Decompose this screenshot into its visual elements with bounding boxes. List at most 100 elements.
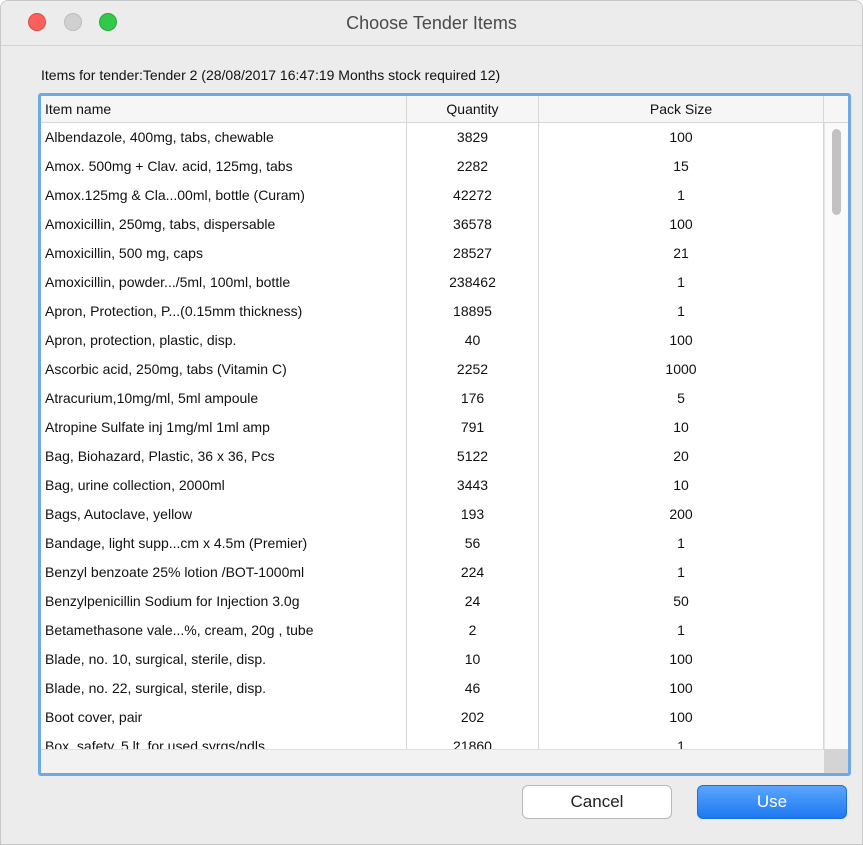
item-name-cell: Atropine Sulfate inj 1mg/ml 1ml amp [45, 419, 270, 435]
tender-items-table[interactable]: Item name Quantity Pack Size Albendazole… [38, 93, 851, 776]
quantity-cell: 10 [406, 645, 538, 674]
item-name-cell: Amoxicillin, 250mg, tabs, dispersable [45, 216, 276, 232]
quantity-cell: 40 [406, 326, 538, 355]
use-button[interactable]: Use [697, 785, 847, 819]
pack-size-cell: 1 [538, 297, 824, 326]
pack-size-cell: 5 [538, 384, 824, 413]
table-body: Albendazole, 400mg, tabs, chewable 3829 10… [41, 123, 824, 749]
table-row[interactable]: Apron, Protection, P...(0.15mm thickness… [41, 297, 824, 326]
quantity-cell: 56 [406, 529, 538, 558]
item-name-cell: Bag, urine collection, 2000ml [45, 477, 225, 493]
horizontal-scrollbar[interactable] [41, 749, 824, 773]
quantity-cell: 5122 [406, 442, 538, 471]
column-header-item-name[interactable]: Item name [45, 96, 405, 122]
table-row[interactable]: Amoxicillin, powder.../5ml, 100ml, bottl… [41, 268, 824, 297]
quantity-cell: 202 [406, 703, 538, 732]
item-name-cell: Amox.125mg & Cla...00ml, bottle (Curam) [45, 187, 305, 203]
item-name-cell: Amoxicillin, powder.../5ml, 100ml, bottl… [45, 274, 291, 290]
table-row[interactable]: Blade, no. 22, surgical, sterile, disp. 4… [41, 674, 824, 703]
quantity-cell: 2282 [406, 152, 538, 181]
table-row[interactable]: Benzyl benzoate 25% lotion /BOT-1000ml 22… [41, 558, 824, 587]
item-name-cell: Benzylpenicillin Sodium for Injection 3.… [45, 593, 300, 609]
cancel-button[interactable]: Cancel [522, 785, 672, 819]
vertical-scroll-thumb[interactable] [832, 129, 841, 215]
quantity-cell: 238462 [406, 268, 538, 297]
item-name-cell: Blade, no. 22, surgical, sterile, disp. [45, 680, 267, 696]
window-title: Choose Tender Items [346, 13, 517, 33]
quantity-cell: 24 [406, 587, 538, 616]
pack-size-cell: 10 [538, 471, 824, 500]
pack-size-cell: 200 [538, 500, 824, 529]
pack-size-cell: 1 [538, 558, 824, 587]
table-row[interactable]: Box, safety, 5 lt, for used syrgs/ndls 21… [41, 732, 824, 749]
table-row[interactable]: Apron, protection, plastic, disp. 40 100 [41, 326, 824, 355]
pack-size-cell: 100 [538, 645, 824, 674]
item-name-cell: Bandage, light supp...cm x 4.5m (Premier… [45, 535, 308, 551]
pack-size-cell: 21 [538, 239, 824, 268]
quantity-cell: 193 [406, 500, 538, 529]
table-row[interactable]: Amoxicillin, 250mg, tabs, dispersable 365… [41, 210, 824, 239]
pack-size-cell: 10 [538, 413, 824, 442]
table-row[interactable]: Amox.125mg & Cla...00ml, bottle (Curam) 4… [41, 181, 824, 210]
table-row[interactable]: Bags, Autoclave, yellow 193 200 [41, 500, 824, 529]
quantity-cell: 18895 [406, 297, 538, 326]
item-name-cell: Apron, protection, plastic, disp. [45, 332, 237, 348]
pack-size-cell: 100 [538, 674, 824, 703]
item-name-cell: Bags, Autoclave, yellow [45, 506, 193, 522]
column-header-quantity[interactable]: Quantity [406, 96, 538, 122]
vertical-scrollbar[interactable] [824, 123, 848, 749]
table-row[interactable]: Benzylpenicillin Sodium for Injection 3.… [41, 587, 824, 616]
table-row[interactable]: Atropine Sulfate inj 1mg/ml 1ml amp 791 10 [41, 413, 824, 442]
scrollbar-corner [824, 749, 848, 773]
pack-size-cell: 1 [538, 529, 824, 558]
table-row[interactable]: Amox. 500mg + Clav. acid, 125mg, tabs 228… [41, 152, 824, 181]
pack-size-cell: 20 [538, 442, 824, 471]
quantity-cell: 176 [406, 384, 538, 413]
pack-size-cell: 100 [538, 210, 824, 239]
quantity-cell: 3829 [406, 123, 538, 152]
pack-size-cell: 1 [538, 616, 824, 645]
table-row[interactable]: Ascorbic acid, 250mg, tabs (Vitamin C) 22… [41, 355, 824, 384]
column-header-pack-size[interactable]: Pack Size [538, 96, 824, 122]
pack-size-cell: 100 [538, 123, 824, 152]
item-name-cell: Ascorbic acid, 250mg, tabs (Vitamin C) [45, 361, 287, 377]
item-name-cell: Box, safety, 5 lt, for used syrgs/ndls [45, 738, 265, 749]
item-name-cell: Blade, no. 10, surgical, sterile, disp. [45, 651, 267, 667]
table-row[interactable]: Blade, no. 10, surgical, sterile, disp. 1… [41, 645, 824, 674]
table-row[interactable]: Bag, Biohazard, Plastic, 36 x 36, Pcs 512… [41, 442, 824, 471]
pack-size-cell: 100 [538, 326, 824, 355]
item-name-cell: Amoxicillin, 500 mg, caps [45, 245, 203, 261]
table-row[interactable]: Bag, urine collection, 2000ml 3443 10 [41, 471, 824, 500]
choose-tender-items-dialog: Choose Tender Items Items for tender:Ten… [0, 0, 863, 845]
item-name-cell: Albendazole, 400mg, tabs, chewable [45, 129, 274, 145]
quantity-cell: 28527 [406, 239, 538, 268]
quantity-cell: 224 [406, 558, 538, 587]
table-row[interactable]: Betamethasone vale...%, cream, 20g , tub… [41, 616, 824, 645]
quantity-cell: 46 [406, 674, 538, 703]
pack-size-cell: 1 [538, 181, 824, 210]
pack-size-cell: 1 [538, 268, 824, 297]
pack-size-cell: 1000 [538, 355, 824, 384]
table-row[interactable]: Boot cover, pair 202 100 [41, 703, 824, 732]
item-name-cell: Benzyl benzoate 25% lotion /BOT-1000ml [45, 564, 305, 580]
item-name-cell: Boot cover, pair [45, 709, 143, 725]
item-name-cell: Bag, Biohazard, Plastic, 36 x 36, Pcs [45, 448, 275, 464]
quantity-cell: 791 [406, 413, 538, 442]
item-name-cell: Betamethasone vale...%, cream, 20g , tub… [45, 622, 314, 638]
pack-size-cell: 100 [538, 703, 824, 732]
pack-size-cell: 50 [538, 587, 824, 616]
table-row[interactable]: Bandage, light supp...cm x 4.5m (Premier… [41, 529, 824, 558]
table-row[interactable]: Albendazole, 400mg, tabs, chewable 3829 10… [41, 123, 824, 152]
table-header: Item name Quantity Pack Size [41, 96, 848, 123]
table-row[interactable]: Atracurium,10mg/ml, 5ml ampoule 176 5 [41, 384, 824, 413]
table-row[interactable]: Amoxicillin, 500 mg, caps 28527 21 [41, 239, 824, 268]
quantity-cell: 21860 [406, 732, 538, 749]
quantity-cell: 2252 [406, 355, 538, 384]
quantity-cell: 42272 [406, 181, 538, 210]
tender-caption: Items for tender:Tender 2 (28/08/2017 16… [41, 67, 501, 83]
quantity-cell: 2 [406, 616, 538, 645]
title-bar: Choose Tender Items [1, 1, 862, 46]
pack-size-cell: 15 [538, 152, 824, 181]
item-name-cell: Amox. 500mg + Clav. acid, 125mg, tabs [45, 158, 293, 174]
item-name-cell: Apron, Protection, P...(0.15mm thickness… [45, 303, 303, 319]
